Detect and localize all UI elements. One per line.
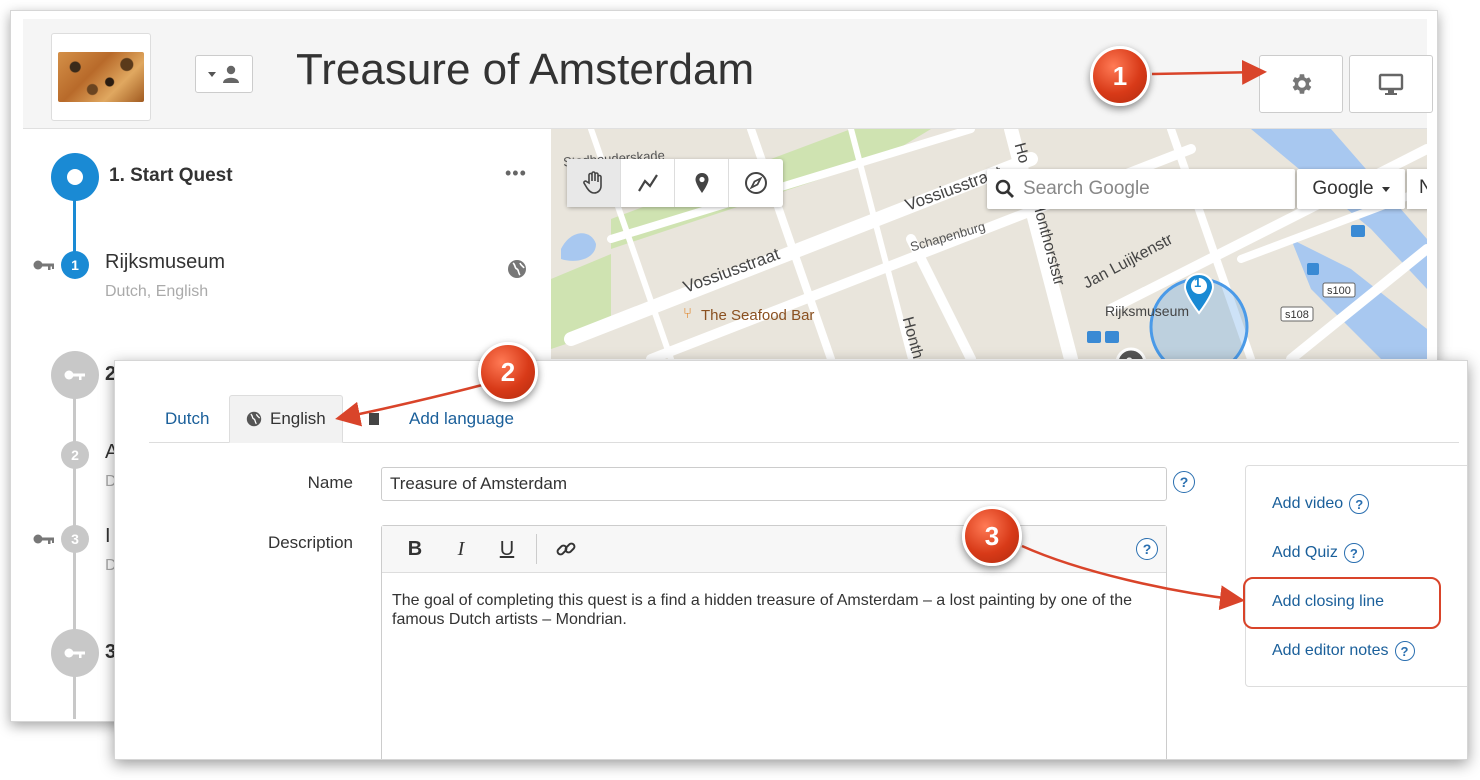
- map-search-placeholder: Search Google: [1023, 178, 1150, 199]
- map-cluster-count[interactable]: 3: [1126, 355, 1133, 359]
- description-label: Description: [267, 533, 353, 552]
- user-icon: [223, 65, 239, 83]
- help-icon[interactable]: ?: [1343, 543, 1364, 563]
- map-provider-dropdown[interactable]: Google: [1297, 169, 1405, 209]
- transit-icon: [1087, 331, 1101, 343]
- add-editor-notes-link[interactable]: Add editor notes ?: [1272, 641, 1415, 661]
- help-icon[interactable]: ?: [1349, 494, 1370, 514]
- route-label: s108: [1285, 309, 1309, 321]
- settings-button[interactable]: [1259, 55, 1343, 113]
- step-node-1[interactable]: 1: [61, 251, 89, 279]
- name-label: Name: [307, 473, 353, 492]
- gear-icon: [1292, 74, 1312, 94]
- restaurant-icon: ⑂: [683, 305, 693, 322]
- description-editor: B I U ? The goal of completing this ques…: [381, 525, 1167, 759]
- add-video-link[interactable]: Add video ?: [1272, 494, 1370, 514]
- step-title[interactable]: I: [105, 525, 111, 548]
- add-language-link[interactable]: Add language: [409, 395, 514, 443]
- compass-tool[interactable]: [729, 159, 783, 207]
- user-dropdown[interactable]: [195, 55, 253, 93]
- polyline-icon: [637, 174, 658, 192]
- editor-toolbar: B I U ?: [382, 526, 1166, 573]
- page-title: Treasure of Amsterdam: [296, 45, 755, 94]
- tab-english-label: English: [270, 409, 326, 428]
- step-node-3-key[interactable]: [51, 629, 99, 677]
- quest-details-panel: Dutch English Add language Name ? Descri…: [114, 360, 1468, 760]
- help-icon[interactable]: ?: [1394, 641, 1415, 661]
- hand-icon: [582, 171, 602, 194]
- header-bar: Treasure of Amsterdam: [23, 19, 1433, 129]
- callout-2: 2: [478, 342, 538, 402]
- transit-icon: [1307, 263, 1319, 275]
- closing-line-highlight: [1243, 577, 1441, 629]
- pan-tool[interactable]: [567, 159, 621, 207]
- map-label: Rijksmuseum: [1105, 303, 1190, 319]
- globe-icon: [246, 411, 262, 427]
- route-label: s100: [1327, 285, 1351, 297]
- link-icon: [556, 542, 576, 556]
- key-icon: [33, 534, 54, 544]
- map-view[interactable]: Stadhouderskade Vossiusstraat Vossiusstr…: [551, 129, 1427, 359]
- start-dot-icon: [67, 169, 83, 185]
- caret-down-icon: [208, 71, 216, 77]
- map-pin-icon: [695, 173, 708, 193]
- add-editor-notes-label: Add editor notes: [1272, 642, 1389, 659]
- key-icon: [64, 648, 85, 658]
- callout-3: 3: [962, 506, 1022, 566]
- bold-button[interactable]: B: [392, 526, 438, 572]
- globe-icon: [508, 260, 526, 278]
- more-options-icon[interactable]: •••: [505, 163, 527, 184]
- start-quest-node[interactable]: [51, 153, 99, 201]
- transit-icon: [1351, 225, 1365, 237]
- map-drawing-toolbar: [567, 159, 783, 207]
- toolbar-divider: [536, 534, 537, 564]
- restaurant-label: The Seafood Bar: [701, 307, 815, 324]
- line-tool[interactable]: [621, 159, 675, 207]
- preview-button[interactable]: [1349, 55, 1433, 113]
- key-icon: [64, 370, 85, 380]
- compass-icon: [745, 172, 767, 194]
- italic-button[interactable]: I: [438, 526, 484, 572]
- step-node-2-key[interactable]: [51, 351, 99, 399]
- marker-tool[interactable]: [675, 159, 729, 207]
- step-node-3[interactable]: 3: [61, 525, 89, 553]
- quest-thumbnail-image: [58, 52, 144, 102]
- step-title[interactable]: Rijksmuseum: [105, 251, 225, 274]
- step-node-2[interactable]: 2: [61, 441, 89, 469]
- pond-water: [561, 233, 596, 261]
- add-quiz-label: Add Quiz: [1272, 544, 1338, 561]
- help-icon[interactable]: ?: [1173, 471, 1195, 493]
- search-icon: [995, 179, 1014, 198]
- monitor-icon: [1378, 73, 1404, 95]
- name-input[interactable]: [381, 467, 1167, 501]
- start-quest-title[interactable]: 1. Start Quest: [109, 165, 233, 187]
- tab-english[interactable]: English: [229, 395, 343, 443]
- caret-down-icon: [1381, 186, 1390, 192]
- tab-dutch[interactable]: Dutch: [165, 395, 209, 443]
- map-extra-button[interactable]: N: [1407, 169, 1427, 209]
- key-icon: [33, 260, 54, 270]
- callout-1: 1: [1090, 46, 1150, 106]
- transit-icon: [1105, 331, 1119, 343]
- language-tabs: Dutch English Add language: [149, 395, 1459, 443]
- add-quiz-link[interactable]: Add Quiz ?: [1272, 543, 1364, 563]
- quest-thumbnail[interactable]: [51, 33, 151, 121]
- delete-language-icon[interactable]: [369, 413, 379, 425]
- map-provider-label: Google: [1312, 178, 1374, 199]
- map-marker-number[interactable]: 1: [1194, 275, 1201, 290]
- underline-button[interactable]: U: [484, 526, 530, 572]
- step-languages: Dutch, English: [105, 283, 209, 300]
- link-button[interactable]: [543, 526, 589, 572]
- help-icon[interactable]: ?: [1136, 538, 1158, 560]
- map-search-box[interactable]: Search Google: [987, 169, 1295, 209]
- add-video-label: Add video: [1272, 495, 1344, 512]
- description-text[interactable]: The goal of completing this quest is a f…: [382, 573, 1166, 647]
- side-actions-panel: Add video ? Add Quiz ? Add closing line …: [1245, 465, 1467, 687]
